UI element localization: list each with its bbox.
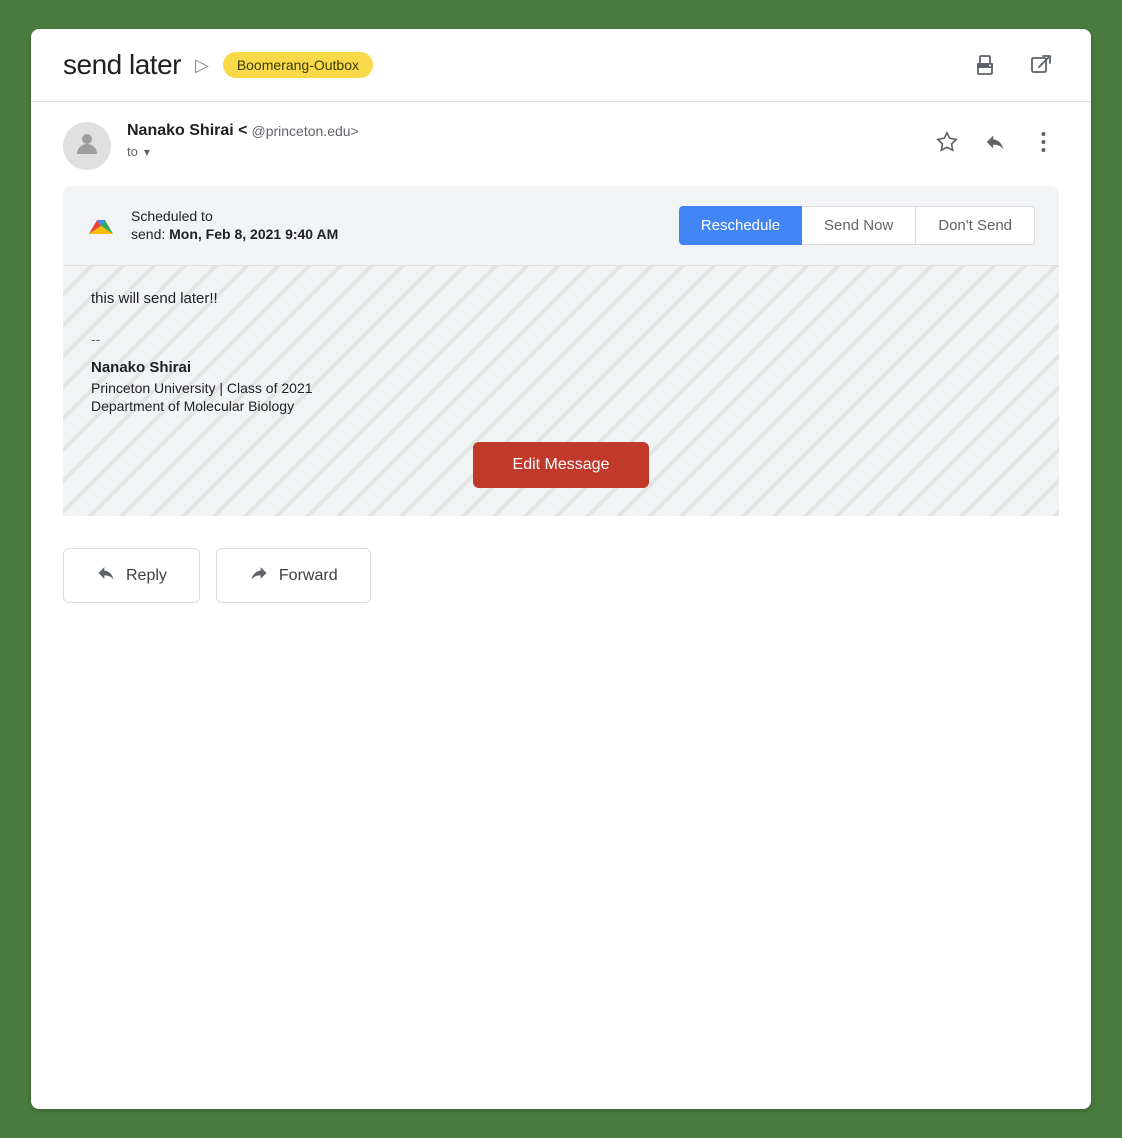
signature-line2: Department of Molecular Biology xyxy=(91,398,1031,414)
avatar-icon xyxy=(72,128,102,165)
breadcrumb-arrow: ▷ xyxy=(195,55,209,76)
to-row: to ▾ xyxy=(127,144,915,159)
forward-label: Forward xyxy=(279,567,338,585)
open-external-button[interactable] xyxy=(1023,47,1059,83)
send-now-button[interactable]: Send Now xyxy=(802,206,916,245)
header-actions xyxy=(931,122,1059,158)
reschedule-button[interactable]: Reschedule xyxy=(679,206,802,245)
sender-info: Nanako Shirai < @princeton.edu> to ▾ xyxy=(127,122,915,159)
boomerang-outbox-tag[interactable]: Boomerang-Outbox xyxy=(223,52,373,78)
page-title: send later xyxy=(63,49,181,81)
scheduled-panel: Scheduled tosend: Mon, Feb 8, 2021 9:40 … xyxy=(63,186,1059,265)
forward-icon xyxy=(249,563,269,588)
sender-name-row: Nanako Shirai < @princeton.edu> xyxy=(127,122,915,140)
email-container: send later ▷ Boomerang-Outbox xyxy=(31,29,1091,1109)
more-options-button[interactable] xyxy=(1027,126,1059,158)
reply-button[interactable]: Reply xyxy=(63,548,200,603)
top-bar-icons xyxy=(967,47,1059,83)
edit-btn-wrapper: Edit Message xyxy=(91,442,1031,488)
email-body-content: this will send later!! -- Nanako Shirai … xyxy=(91,290,1031,488)
scheduled-text: Scheduled tosend: Mon, Feb 8, 2021 9:40 … xyxy=(131,208,663,244)
print-button[interactable] xyxy=(967,47,1003,83)
dont-send-button[interactable]: Don't Send xyxy=(916,206,1035,245)
sender-email: @princeton.edu> xyxy=(252,123,359,139)
chevron-down-icon[interactable]: ▾ xyxy=(144,145,150,159)
reply-label: Reply xyxy=(126,567,167,585)
email-actions: Reply Forward xyxy=(31,516,1091,643)
reply-header-button[interactable] xyxy=(979,126,1011,158)
avatar xyxy=(63,122,111,170)
body-text: this will send later!! xyxy=(91,290,1031,307)
email-header: Nanako Shirai < @princeton.edu> to ▾ xyxy=(31,102,1091,186)
signature-name: Nanako Shirai xyxy=(91,359,1031,376)
schedule-buttons: Reschedule Send Now Don't Send xyxy=(679,206,1035,245)
signature-line1: Princeton University | Class of 2021 xyxy=(91,380,1031,396)
separator: -- xyxy=(91,331,1031,347)
star-button[interactable] xyxy=(931,126,963,158)
to-label: to xyxy=(127,144,138,159)
reply-icon xyxy=(96,563,116,588)
email-body: this will send later!! -- Nanako Shirai … xyxy=(63,265,1059,516)
top-bar: send later ▷ Boomerang-Outbox xyxy=(31,29,1091,102)
sender-name: Nanako Shirai < xyxy=(127,122,248,140)
boomerang-logo-icon xyxy=(87,212,115,240)
edit-message-button[interactable]: Edit Message xyxy=(473,442,650,488)
forward-button[interactable]: Forward xyxy=(216,548,371,603)
